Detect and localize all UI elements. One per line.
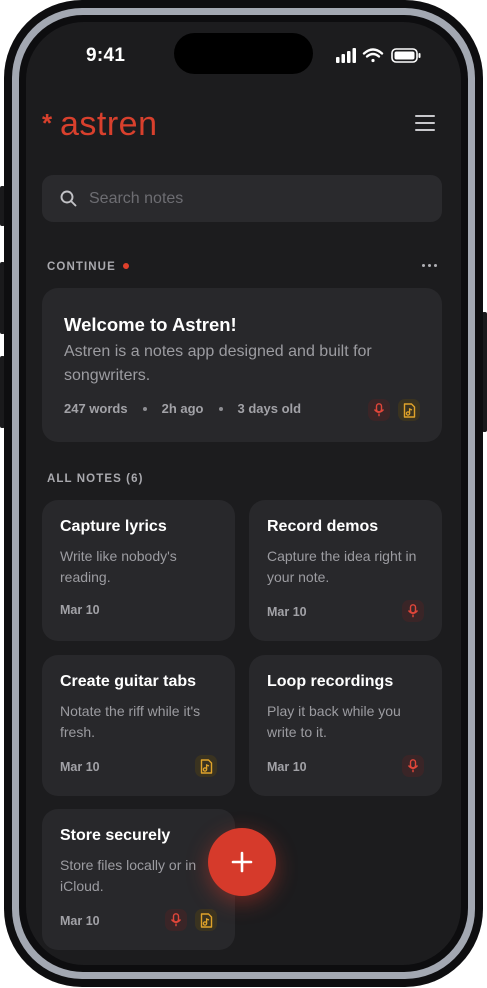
search-bar[interactable] (42, 175, 442, 222)
meta-separator (218, 406, 223, 411)
meta-separator (142, 406, 147, 411)
mic-icon (402, 600, 424, 622)
note-date: Mar 10 (267, 605, 307, 619)
note-card[interactable]: Record demos Capture the idea right in y… (249, 500, 442, 641)
status-time: 9:41 (86, 45, 126, 66)
search-input[interactable] (89, 189, 389, 208)
note-age: 3 days old (237, 401, 302, 416)
note-date: Mar 10 (60, 760, 100, 774)
more-icon (422, 264, 425, 267)
app-screen: 9:41 * astren Search notes CONTINUE Welc… (26, 22, 461, 965)
menu-icon (415, 115, 435, 117)
menu-icon-bar (415, 129, 435, 131)
plus-icon (231, 851, 253, 873)
more-icon-dot (428, 264, 431, 267)
note-card[interactable]: Loop recordings Play it back while you w… (249, 655, 442, 796)
note-description: Store files locally or in iCloud. (60, 857, 197, 894)
note-title: Create guitar tabs (60, 673, 197, 690)
more-icon-dot (434, 264, 437, 267)
unread-dot (122, 263, 129, 269)
note-title: Loop recordings (267, 673, 394, 690)
continue-card-title: Welcome to Astren! (64, 314, 237, 335)
logo-text: astren (60, 105, 158, 143)
note-card[interactable]: Capture lyrics Write like nobody's readi… (42, 500, 235, 641)
file-music-icon (195, 755, 217, 777)
word-count: 247 words (64, 401, 128, 416)
note-tags (402, 600, 424, 622)
continue-card-meta: 247 words 2h ago 3 days old (64, 401, 301, 416)
menu-button[interactable] (412, 110, 438, 136)
note-title: Store securely (60, 827, 171, 844)
all-notes-label: ALL NOTES (6) (47, 473, 144, 485)
note-tags (165, 909, 217, 931)
mic-icon (165, 909, 187, 931)
continue-card-description: Astren is a notes app designed and built… (64, 343, 372, 384)
continue-label: CONTINUE (47, 261, 129, 273)
logo-mark: * (42, 108, 53, 138)
note-date: Mar 10 (267, 760, 307, 774)
note-tags (195, 755, 217, 777)
more-options-button[interactable] (420, 258, 440, 272)
file-music-icon (398, 399, 420, 421)
app-logo: * astren (42, 104, 158, 144)
continue-card-tags (368, 399, 420, 421)
note-description: Write like nobody's reading. (60, 548, 177, 585)
note-tags (402, 755, 424, 777)
note-title: Capture lyrics (60, 518, 167, 535)
mic-icon (368, 399, 390, 421)
note-description: Notate the riff while it's fresh. (60, 703, 201, 740)
mic-icon (402, 755, 424, 777)
note-description: Capture the idea right in your note. (267, 548, 417, 585)
search-icon (60, 190, 77, 207)
menu-icon-bar (415, 122, 435, 124)
signal-icon (336, 48, 356, 63)
file-music-icon (195, 909, 217, 931)
continue-label-text: CONTINUE (47, 261, 116, 273)
note-date: Mar 10 (60, 603, 100, 617)
edited-time: 2h ago (161, 401, 204, 416)
dynamic-island (174, 33, 313, 74)
note-card[interactable]: Create guitar tabs Notate the riff while… (42, 655, 235, 796)
continue-card[interactable]: Welcome to Astren! Astren is a notes app… (42, 288, 442, 442)
note-date: Mar 10 (60, 914, 100, 928)
battery-icon (391, 48, 421, 63)
wifi-icon (362, 48, 384, 63)
note-card[interactable]: Store securely Store files locally or in… (42, 809, 235, 950)
note-description: Play it back while you write to it. (267, 703, 401, 740)
note-title: Record demos (267, 518, 379, 535)
status-icons (336, 48, 421, 63)
new-note-button[interactable] (208, 828, 276, 896)
